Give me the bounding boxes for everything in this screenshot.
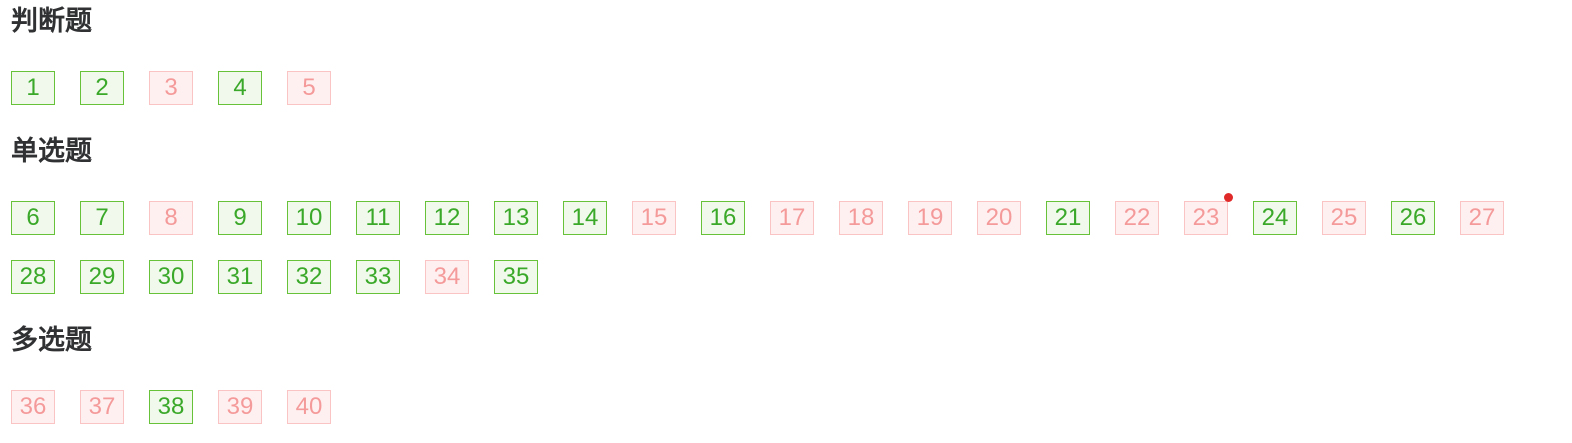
question-button[interactable]: 37 bbox=[80, 390, 124, 424]
question-button[interactable]: 2 bbox=[80, 71, 124, 105]
question-button[interactable]: 29 bbox=[80, 260, 124, 294]
question-button[interactable]: 10 bbox=[287, 201, 331, 235]
question-button[interactable]: 3 bbox=[149, 71, 193, 105]
question-button[interactable]: 33 bbox=[356, 260, 400, 294]
section-title-multiple-choice: 多选题 bbox=[11, 325, 92, 356]
question-button[interactable]: 39 bbox=[218, 390, 262, 424]
question-button[interactable]: 1 bbox=[11, 71, 55, 105]
question-button[interactable]: 32 bbox=[287, 260, 331, 294]
section-title-true-false: 判断题 bbox=[11, 6, 92, 37]
question-button[interactable]: 21 bbox=[1046, 201, 1090, 235]
question-button[interactable]: 14 bbox=[563, 201, 607, 235]
question-button[interactable]: 6 bbox=[11, 201, 55, 235]
question-button[interactable]: 12 bbox=[425, 201, 469, 235]
question-button[interactable]: 24 bbox=[1253, 201, 1297, 235]
question-button[interactable]: 19 bbox=[908, 201, 952, 235]
marked-dot-icon bbox=[1224, 193, 1233, 202]
question-label: 23 bbox=[1192, 204, 1220, 231]
question-button-marked[interactable]: 23 bbox=[1184, 193, 1233, 235]
question-button[interactable]: 25 bbox=[1322, 201, 1366, 235]
question-button[interactable]: 36 bbox=[11, 390, 55, 424]
question-button[interactable]: 7 bbox=[80, 201, 124, 235]
question-button[interactable]: 28 bbox=[11, 260, 55, 294]
section-title-single-choice: 单选题 bbox=[11, 136, 92, 167]
question-button[interactable]: 38 bbox=[149, 390, 193, 424]
question-button[interactable]: 26 bbox=[1391, 201, 1435, 235]
question-button[interactable]: 17 bbox=[770, 201, 814, 235]
question-button[interactable]: 27 bbox=[1460, 201, 1504, 235]
question-button[interactable]: 9 bbox=[218, 201, 262, 235]
question-button[interactable]: 15 bbox=[632, 201, 676, 235]
question-button[interactable]: 34 bbox=[425, 260, 469, 294]
question-button[interactable]: 5 bbox=[287, 71, 331, 105]
question-button[interactable]: 13 bbox=[494, 201, 538, 235]
question-button[interactable]: 40 bbox=[287, 390, 331, 424]
question-button[interactable]: 11 bbox=[356, 201, 400, 235]
question-button[interactable]: 18 bbox=[839, 201, 883, 235]
question-button[interactable]: 31 bbox=[218, 260, 262, 294]
question-button[interactable]: 35 bbox=[494, 260, 538, 294]
question-button[interactable]: 4 bbox=[218, 71, 262, 105]
question-button[interactable]: 20 bbox=[977, 201, 1021, 235]
question-button[interactable]: 22 bbox=[1115, 201, 1159, 235]
question-button[interactable]: 16 bbox=[701, 201, 745, 235]
question-button[interactable]: 30 bbox=[149, 260, 193, 294]
question-button[interactable]: 8 bbox=[149, 201, 193, 235]
